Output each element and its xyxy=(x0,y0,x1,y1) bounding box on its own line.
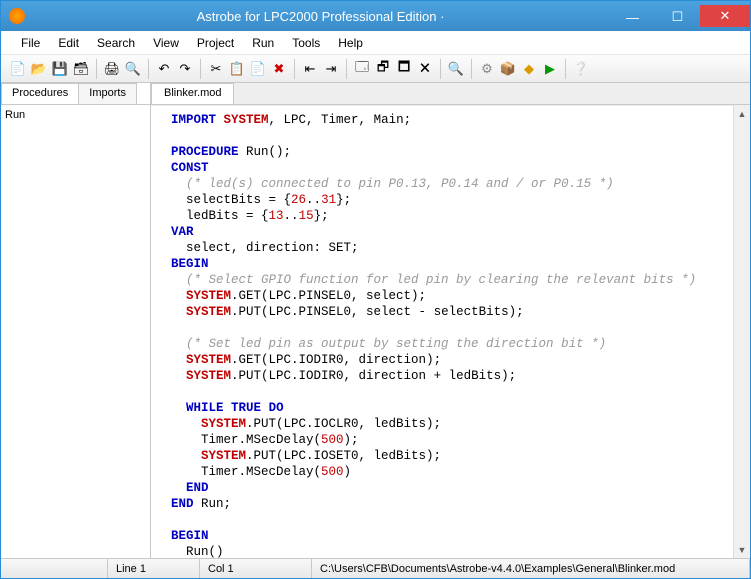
procedures-list[interactable]: Run xyxy=(1,105,150,558)
delete-icon[interactable]: ✖ xyxy=(270,60,288,78)
menu-run[interactable]: Run xyxy=(252,36,274,50)
new-icon[interactable]: 📄 xyxy=(9,60,27,78)
maximize-button[interactable]: ☐ xyxy=(655,7,700,27)
help-icon[interactable]: ❔ xyxy=(572,60,590,78)
copy-icon[interactable]: 📋 xyxy=(228,60,246,78)
menu-search[interactable]: Search xyxy=(97,36,135,50)
code-content[interactable]: IMPORT SYSTEM, LPC, Timer, Main; PROCEDU… xyxy=(171,112,740,558)
window3-icon[interactable]: 🗖 xyxy=(395,60,413,78)
minimize-button[interactable]: — xyxy=(610,7,655,27)
toolbar: 📄 📂 💾 🗃 🖨 🔍 ↶ ↷ ✂ 📋 📄 ✖ ⇤ ⇥ 🗔 🗗 🗖 🗙 🔍 ⚙ … xyxy=(1,55,750,83)
separator xyxy=(565,59,566,79)
saveall-icon[interactable]: 🗃 xyxy=(72,60,90,78)
separator xyxy=(294,59,295,79)
menu-tools[interactable]: Tools xyxy=(292,36,320,50)
undo-icon[interactable]: ↶ xyxy=(155,60,173,78)
separator xyxy=(148,59,149,79)
close-button[interactable]: ✕ xyxy=(700,5,750,27)
build1-icon[interactable]: 📦 xyxy=(499,60,517,78)
scroll-up-icon[interactable]: ▲ xyxy=(734,105,750,122)
find-icon[interactable]: 🔍 xyxy=(447,60,465,78)
indent-icon[interactable]: ⇥ xyxy=(322,60,340,78)
menu-view[interactable]: View xyxy=(153,36,179,50)
status-line: Line 1 xyxy=(108,559,200,578)
separator xyxy=(440,59,441,79)
menu-project[interactable]: Project xyxy=(197,36,234,50)
app-icon xyxy=(9,8,25,24)
tab-imports[interactable]: Imports xyxy=(78,83,137,104)
save-icon[interactable]: 💾 xyxy=(51,60,69,78)
vertical-scrollbar[interactable]: ▲ ▼ xyxy=(733,105,750,558)
gear-icon[interactable]: ⚙ xyxy=(478,60,496,78)
separator xyxy=(200,59,201,79)
scroll-track[interactable] xyxy=(734,122,750,541)
outdent-icon[interactable]: ⇤ xyxy=(301,60,319,78)
print-icon[interactable]: 🖨 xyxy=(103,60,121,78)
title-bar: Astrobe for LPC2000 Professional Edition… xyxy=(1,1,750,31)
paste-icon[interactable]: 📄 xyxy=(249,60,267,78)
code-editor[interactable]: IMPORT SYSTEM, LPC, Timer, Main; PROCEDU… xyxy=(151,105,750,558)
window-title: Astrobe for LPC2000 Professional Edition… xyxy=(31,9,610,24)
editor-tab[interactable]: Blinker.mod xyxy=(151,83,234,104)
status-bar: Line 1 Col 1 C:\Users\CFB\Documents\Astr… xyxy=(1,558,750,578)
preview-icon[interactable]: 🔍 xyxy=(124,60,142,78)
status-col: Col 1 xyxy=(200,559,312,578)
run-icon[interactable]: ▶ xyxy=(541,60,559,78)
menu-file[interactable]: File xyxy=(21,36,40,50)
window1-icon[interactable]: 🗔 xyxy=(353,60,371,78)
cut-icon[interactable]: ✂ xyxy=(207,60,225,78)
menu-bar: File Edit Search View Project Run Tools … xyxy=(1,31,750,55)
list-item[interactable]: Run xyxy=(5,109,146,121)
window4-icon[interactable]: 🗙 xyxy=(416,60,434,78)
status-blank xyxy=(1,559,108,578)
tab-procedures[interactable]: Procedures xyxy=(1,83,79,104)
redo-icon[interactable]: ↷ xyxy=(176,60,194,78)
side-panel: Procedures Imports Run xyxy=(1,83,151,558)
menu-edit[interactable]: Edit xyxy=(58,36,79,50)
separator xyxy=(96,59,97,79)
build2-icon[interactable]: ◆ xyxy=(520,60,538,78)
status-path: C:\Users\CFB\Documents\Astrobe-v4.4.0\Ex… xyxy=(312,559,750,578)
open-icon[interactable]: 📂 xyxy=(30,60,48,78)
window2-icon[interactable]: 🗗 xyxy=(374,60,392,78)
separator xyxy=(471,59,472,79)
separator xyxy=(346,59,347,79)
scroll-down-icon[interactable]: ▼ xyxy=(734,541,750,558)
menu-help[interactable]: Help xyxy=(338,36,363,50)
